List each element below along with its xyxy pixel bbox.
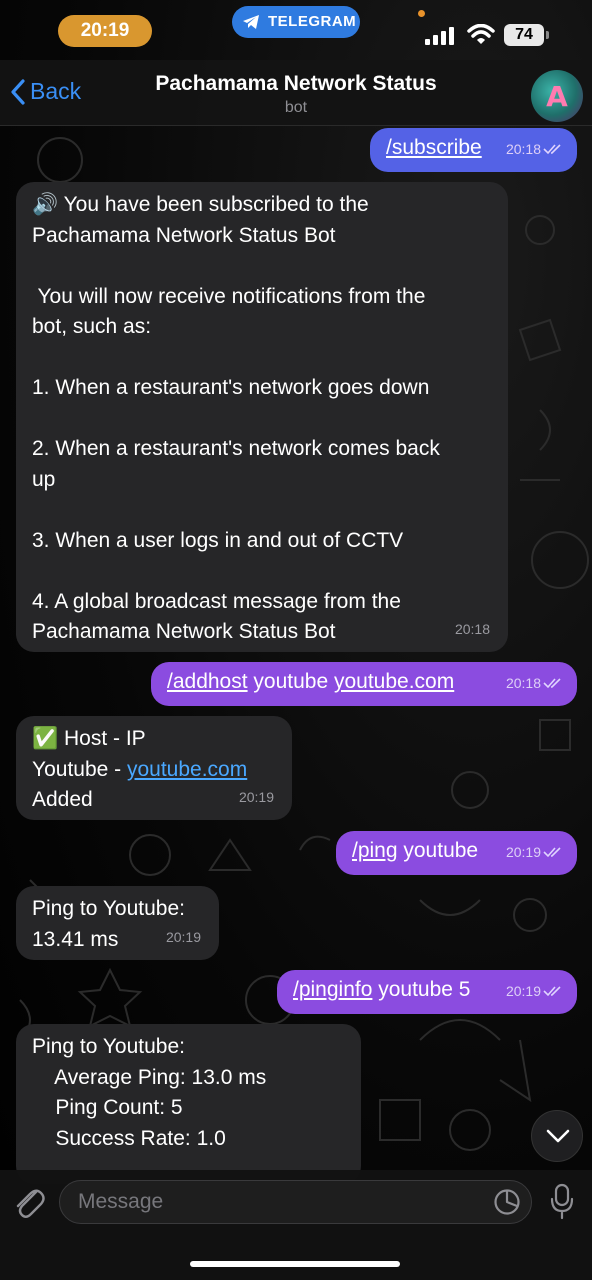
message-line: 🔊 You have been subscribed to the (32, 193, 369, 216)
cellular-signal-icon (425, 27, 454, 45)
message-incoming[interactable]: 🔊 You have been subscribed to the Pacham… (16, 182, 508, 652)
message-line: 3. When a user logs in and out of CCTV (32, 528, 404, 552)
message-time: 20:18 (505, 140, 541, 157)
message-outgoing[interactable]: /addhost youtube youtube.com 20:18 (151, 662, 577, 706)
message-line: Pachamama Network Status Bot (32, 223, 336, 247)
message-text: youtube 5 (372, 978, 471, 1001)
url-link[interactable]: youtube.com (127, 758, 247, 781)
url-link[interactable]: youtube.com (334, 670, 454, 693)
double-check-icon (543, 144, 561, 154)
message-line: 4. A global broadcast message from the (32, 589, 401, 613)
status-bar: 20:19 TELEGRAM 74 (0, 0, 592, 60)
message-meta: 20:18 (506, 134, 563, 165)
avatar[interactable]: A (531, 70, 583, 122)
chat-subtitle: bot (284, 99, 308, 116)
message-line: 1. When a restaurant's network goes down (32, 376, 430, 399)
message-incoming[interactable]: ✅ Host - IP Youtube - youtube.com Added … (16, 716, 292, 820)
message-line: up (32, 467, 56, 491)
message-incoming[interactable]: Ping to Youtube: Average Ping: 13.0 ms P… (16, 1024, 361, 1184)
double-check-icon (543, 986, 561, 996)
message-line: Ping to Youtube: (32, 1035, 185, 1058)
message-line (32, 251, 492, 282)
message-meta: 20:19 (506, 976, 563, 1007)
message-line: Average Ping: 13.0 ms (32, 1065, 267, 1089)
message-line (32, 343, 492, 374)
wifi-icon (467, 24, 495, 44)
message-meta: 20:18 (506, 668, 563, 699)
sticker-icon[interactable] (493, 1188, 521, 1216)
message-outgoing[interactable]: /subscribe 20:18 (370, 128, 577, 172)
message-outgoing[interactable]: /pinginfo youtube 5 20:19 (277, 970, 577, 1014)
chevron-down-icon (546, 1129, 570, 1143)
chat-title[interactable]: Pachamama Network Status (0, 72, 592, 96)
message-text: youtube (397, 839, 479, 862)
privacy-indicator-dot (418, 10, 425, 17)
message-meta: 20:19 (506, 837, 563, 868)
telegram-pill[interactable]: TELEGRAM (232, 6, 360, 38)
message-line: 2. When a restaurant's network comes bac… (32, 437, 440, 460)
message-time: 20:19 (505, 843, 541, 860)
battery-indicator: 74 (504, 24, 549, 46)
message-time: 20:18 (505, 674, 541, 691)
chat-header: Back Pachamama Network Status bot A (0, 60, 592, 126)
message-line: You will now receive notifications from … (32, 284, 426, 308)
message-line: Ping to Youtube: (32, 897, 185, 920)
message-line: bot, such as: (32, 315, 152, 338)
message-input[interactable]: Message (59, 1180, 532, 1224)
message-incoming[interactable]: Ping to Youtube: 13.41 ms 20:19 (16, 886, 219, 960)
message-line (32, 556, 492, 587)
scroll-to-bottom-button[interactable] (531, 1110, 583, 1162)
message-line: ✅ Host - IP (32, 727, 146, 750)
message-time: 20:19 (165, 928, 201, 945)
bot-command-link[interactable]: /pinginfo (293, 978, 372, 1001)
attachment-icon[interactable] (12, 1182, 46, 1222)
double-check-icon (543, 678, 561, 688)
avatar-letter: A (546, 80, 568, 113)
message-composer: Message (0, 1170, 592, 1280)
double-check-icon (543, 847, 561, 857)
telegram-pill-label: TELEGRAM (268, 13, 357, 30)
message-time: 20:19 (505, 982, 541, 999)
message-outgoing[interactable]: /ping youtube 20:19 (336, 831, 577, 875)
status-time: 20:19 (58, 15, 152, 47)
message-line: Ping Count: 5 (32, 1096, 183, 1119)
home-indicator (190, 1261, 400, 1267)
bot-command-link[interactable]: /addhost (167, 670, 248, 693)
message-line: Success Rate: 1.0 (32, 1126, 226, 1150)
message-line: Pachamama Network Status Bot (32, 620, 336, 643)
telegram-icon (243, 15, 259, 29)
message-line (32, 495, 492, 526)
message-line: Youtube - youtube.com (32, 755, 276, 786)
message-time: 20:18 (454, 620, 490, 637)
message-text: youtube (247, 670, 334, 693)
message-line (32, 404, 492, 435)
message-text: Youtube - (32, 757, 127, 781)
bot-command-link[interactable]: /ping (352, 839, 398, 862)
message-time: 20:19 (238, 788, 274, 805)
microphone-icon[interactable] (550, 1183, 574, 1221)
